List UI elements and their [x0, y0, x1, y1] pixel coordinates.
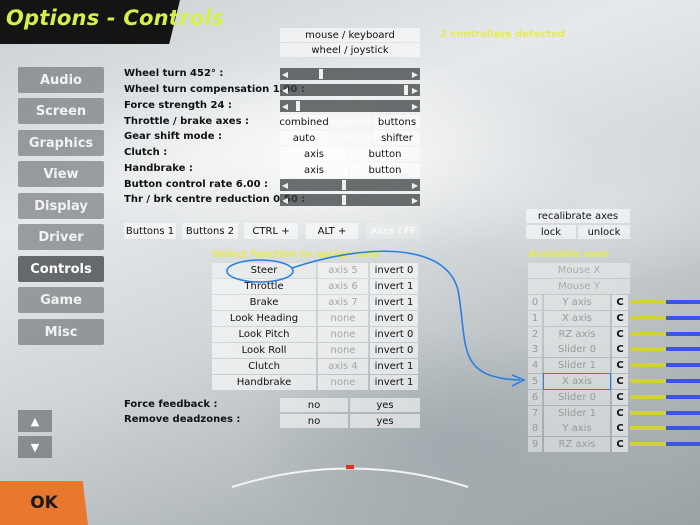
steering-indicator-marker: [346, 465, 354, 469]
annotation-overlay: [226, 250, 526, 488]
highlight-circle: [226, 259, 294, 283]
steering-indicator-arc: [231, 467, 469, 488]
annotation-arrow: [291, 250, 521, 381]
